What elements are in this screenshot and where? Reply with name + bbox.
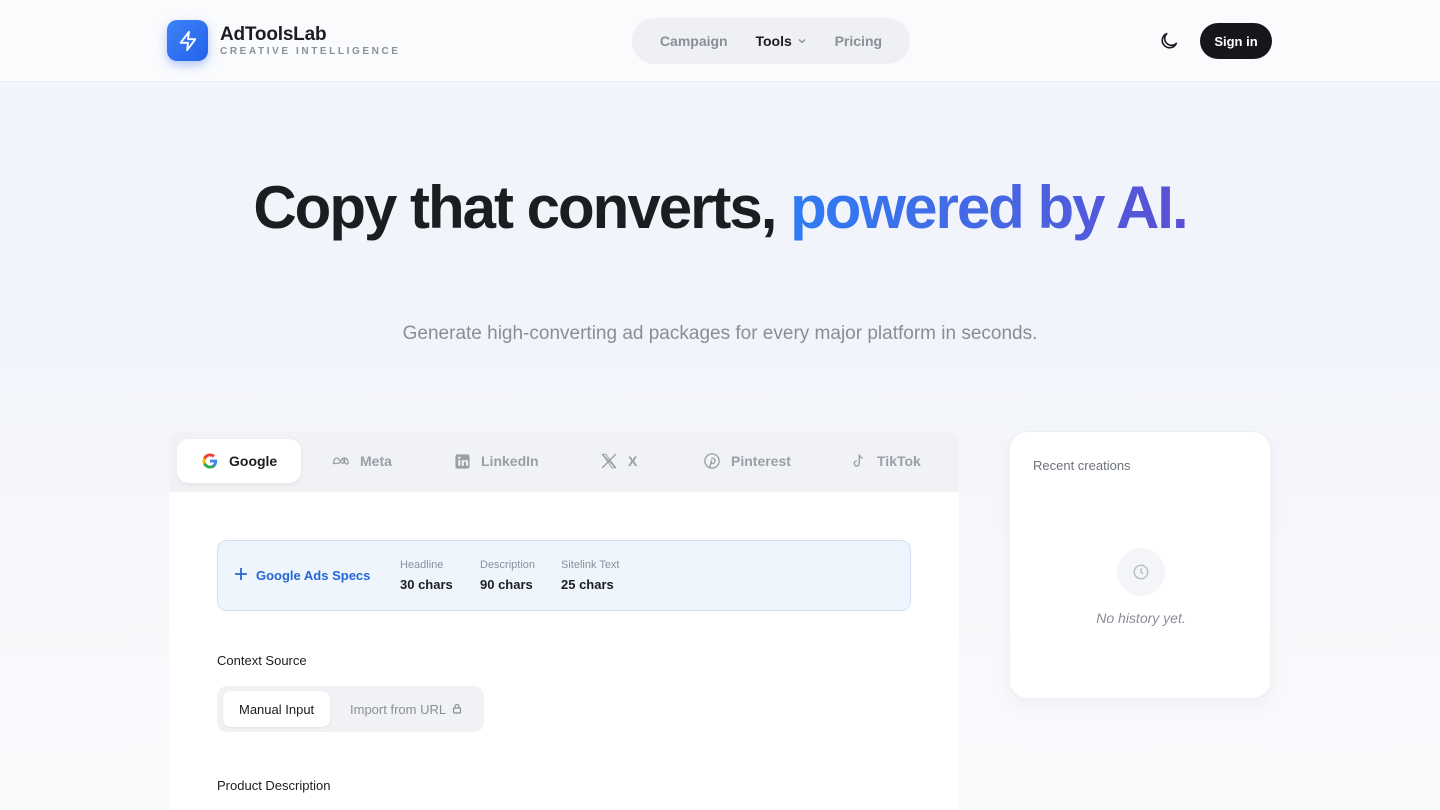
nav-item-tools[interactable]: Tools <box>755 33 806 49</box>
page-subtitle: Generate high-converting ad packages for… <box>402 323 1038 344</box>
tab-tiktok[interactable]: TikTok <box>849 439 921 483</box>
nav-label: Campaign <box>659 33 728 49</box>
title-accent: powered by AI. <box>790 174 1189 241</box>
tab-meta[interactable]: Meta <box>332 439 392 483</box>
moon-icon[interactable] <box>1158 30 1180 52</box>
nav-item-campaign[interactable]: Campaign <box>660 33 728 49</box>
recent-creations-panel: Recent creations No history yet. <box>1009 431 1271 699</box>
product-description-label: Product Description <box>217 778 331 793</box>
top-bar: AdToolsLab CREATIVE INTELLIGENCE Campaig… <box>0 0 1440 82</box>
option-label: Manual Input <box>239 701 315 717</box>
spec-headline: Headline 30 chars <box>400 559 453 592</box>
context-source-label: Context Source <box>217 653 307 668</box>
lock-icon <box>452 702 462 717</box>
tab-label: Google <box>229 453 278 469</box>
chevron-down-icon <box>797 33 807 49</box>
tab-pinterest[interactable]: Pinterest <box>703 439 791 483</box>
spec-label: Description <box>480 559 536 571</box>
spec-label: Headline <box>400 559 444 571</box>
tab-google[interactable]: Google <box>177 439 302 483</box>
nav-label: Tools <box>755 33 792 49</box>
brand-logo[interactable]: AdToolsLab CREATIVE INTELLIGENCE <box>167 20 401 61</box>
clock-icon <box>1117 548 1165 596</box>
tab-label: LinkedIn <box>481 453 539 469</box>
linkedin-icon <box>453 452 471 470</box>
page-title: Copy that converts, powered by AI. <box>220 178 1220 238</box>
pinterest-icon <box>703 452 721 470</box>
ad-specs-panel: Google Ads Specs Headline 30 chars Descr… <box>217 540 911 611</box>
nav-label: Pricing <box>834 33 883 49</box>
nav-item-pricing[interactable]: Pricing <box>835 33 882 49</box>
spec-sitelink: Sitelink Text 25 chars <box>561 559 620 592</box>
tab-label: X <box>628 453 638 469</box>
main-nav: Campaign Tools Pricing <box>632 18 910 64</box>
google-icon <box>201 452 219 470</box>
title-plain: Copy that converts, <box>253 174 791 241</box>
empty-history-text: No history yet. <box>1096 610 1186 626</box>
spec-value: 90 chars <box>480 577 533 592</box>
brand-name: AdToolsLab <box>220 23 327 45</box>
context-source-toggle: Manual Input Import from URL <box>217 686 484 732</box>
specs-toggle[interactable]: Google Ads Specs <box>234 567 370 584</box>
spec-description: Description 90 chars <box>480 559 535 592</box>
tab-label: Meta <box>360 453 392 469</box>
generator-card: Google Ads Specs Headline 30 chars Descr… <box>169 492 959 810</box>
manual-input-option[interactable]: Manual Input <box>223 691 331 727</box>
specs-title: Google Ads Specs <box>256 568 371 583</box>
tab-label: TikTok <box>877 453 921 469</box>
tab-x[interactable]: X <box>600 439 637 483</box>
spec-label: Sitelink Text <box>561 559 620 571</box>
spec-value: 25 chars <box>561 577 614 592</box>
tab-label: Pinterest <box>731 453 791 469</box>
meta-icon <box>332 452 350 470</box>
tab-linkedin[interactable]: LinkedIn <box>453 439 539 483</box>
import-url-option[interactable]: Import from URL <box>350 691 462 727</box>
brand-tagline: CREATIVE INTELLIGENCE <box>220 45 401 57</box>
recent-title: Recent creations <box>1033 458 1131 473</box>
x-icon <box>600 452 618 470</box>
sign-in-button[interactable]: Sign in <box>1200 23 1272 59</box>
spec-value: 30 chars <box>400 577 453 592</box>
option-label: Import from URL <box>350 701 447 717</box>
plus-icon <box>234 567 248 584</box>
tiktok-icon <box>849 452 867 470</box>
platform-tabs: Google Meta LinkedIn X Pinterest TikTok <box>169 431 959 493</box>
lightning-icon <box>167 20 208 61</box>
